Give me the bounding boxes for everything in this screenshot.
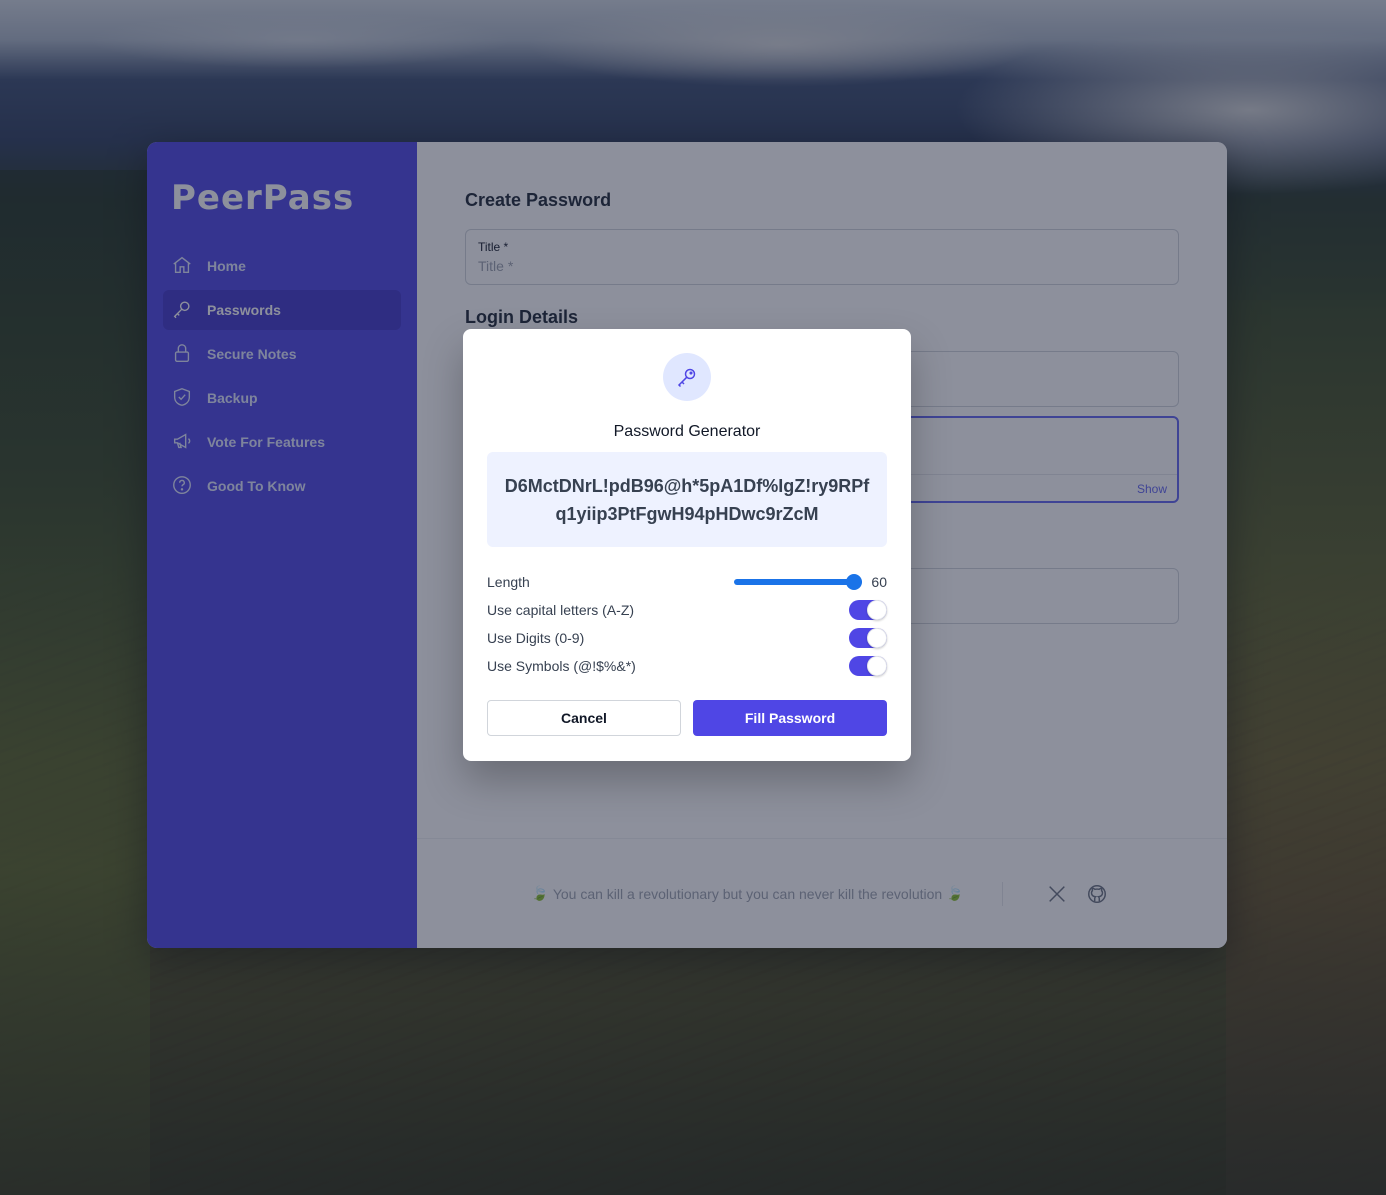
option-label: Use Symbols (@!$%&*) bbox=[487, 658, 636, 674]
generated-password: D6MctDNrL!pdB96@h*5pA1Df%IgZ!ry9RPfq1yii… bbox=[487, 452, 887, 547]
generator-options: Length 60 Use capital letters (A-Z) Use … bbox=[487, 568, 887, 680]
digits-toggle[interactable] bbox=[849, 628, 887, 648]
dialog-title: Password Generator bbox=[613, 423, 761, 440]
capital-letters-toggle[interactable] bbox=[849, 600, 887, 620]
toggle-knob bbox=[867, 628, 887, 648]
length-label: Length bbox=[487, 574, 530, 590]
symbols-toggle[interactable] bbox=[849, 656, 887, 676]
key-icon bbox=[663, 353, 711, 401]
toggle-knob bbox=[867, 656, 887, 676]
option-symbols: Use Symbols (@!$%&*) bbox=[487, 652, 887, 680]
cancel-button[interactable]: Cancel bbox=[487, 700, 681, 736]
option-label: Use capital letters (A-Z) bbox=[487, 602, 635, 618]
length-slider[interactable]: 60 bbox=[734, 574, 887, 590]
dialog-actions: Cancel Fill Password bbox=[487, 700, 887, 736]
toggle-knob bbox=[867, 600, 887, 620]
password-generator-dialog: Password Generator D6MctDNrL!pdB96@h*5pA… bbox=[463, 329, 911, 761]
length-value: 60 bbox=[871, 574, 887, 590]
option-capital-letters: Use capital letters (A-Z) bbox=[487, 596, 887, 624]
option-label: Use Digits (0-9) bbox=[487, 630, 585, 646]
option-digits: Use Digits (0-9) bbox=[487, 624, 887, 652]
fill-password-button[interactable]: Fill Password bbox=[693, 700, 887, 736]
length-row: Length 60 bbox=[487, 568, 887, 596]
slider-thumb[interactable] bbox=[846, 574, 862, 590]
slider-track[interactable] bbox=[734, 574, 862, 590]
